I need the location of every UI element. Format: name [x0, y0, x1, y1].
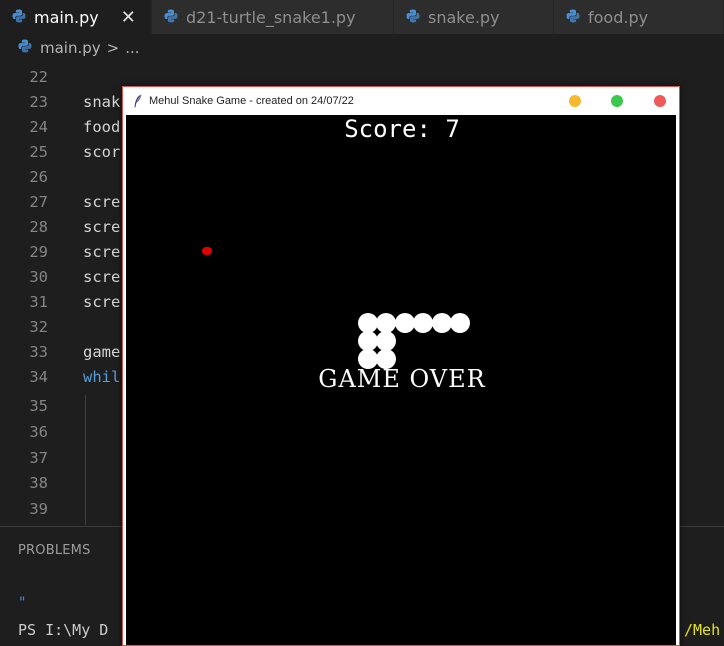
line-number: 28: [29, 218, 48, 236]
game-over-message: GAME OVER: [318, 365, 486, 393]
code-text: scor: [83, 143, 121, 161]
line-number: 27: [29, 193, 48, 211]
code-text: scre: [83, 193, 121, 211]
game-canvas[interactable]: Score: 7 GAME OVER: [126, 115, 676, 645]
score-display: Score: 7: [344, 115, 460, 143]
window-title: Mehul Snake Game - created on 24/07/22: [149, 95, 354, 107]
line-number: 39: [29, 500, 48, 518]
tk-feather-icon: [134, 94, 142, 108]
line-number: 31: [29, 293, 48, 311]
maximize-button[interactable]: [611, 95, 623, 107]
snake-segment: [376, 313, 396, 333]
tab-label: snake.py: [428, 7, 500, 27]
line-number: 29: [29, 243, 48, 261]
line-number: 26: [29, 168, 48, 186]
tab-problems[interactable]: PROBLEMS: [18, 543, 91, 558]
editor-tab-bar: main.py ✕ d21-turtle_snake1.py snake.py …: [0, 0, 724, 34]
tab-main-py[interactable]: main.py ✕: [0, 0, 152, 34]
code-text: whil: [83, 368, 121, 386]
snake-segment: [413, 313, 433, 333]
close-icon[interactable]: ✕: [121, 7, 136, 28]
tab-snake-py[interactable]: snake.py: [394, 0, 554, 34]
tab-label: d21-turtle_snake1.py: [186, 7, 356, 27]
breadcrumb-symbols[interactable]: ...: [125, 39, 139, 57]
breadcrumb-file[interactable]: main.py: [40, 39, 101, 57]
snake-segment: [432, 313, 452, 333]
line-number: 23: [29, 93, 48, 111]
line-number: 24: [29, 118, 48, 136]
snake-segment: [450, 313, 470, 333]
python-file-icon: [18, 39, 32, 57]
breadcrumb-separator: >: [106, 39, 120, 57]
code-text: game: [83, 343, 121, 361]
code-text: food: [83, 118, 121, 136]
line-number: 36: [29, 423, 48, 441]
code-text: scre: [83, 218, 121, 236]
code-text: scre: [83, 293, 121, 311]
terminal-path-tail: /Meh: [684, 621, 721, 639]
minimize-button[interactable]: [569, 95, 581, 107]
snake-segment: [395, 313, 415, 333]
line-number: 35: [29, 397, 48, 415]
line-number: 22: [29, 68, 48, 86]
snake-segment: [376, 331, 396, 351]
snake-segment: [358, 331, 378, 351]
close-window-button[interactable]: [654, 95, 666, 107]
python-file-icon: [164, 8, 178, 27]
tab-label: main.py: [34, 7, 99, 27]
tab-food-py[interactable]: food.py: [554, 0, 724, 34]
indent-guide: [85, 395, 86, 525]
breadcrumb: main.py > ...: [0, 34, 724, 62]
line-number: 34: [29, 368, 48, 386]
line-number: 25: [29, 143, 48, 161]
line-number: 37: [29, 449, 48, 467]
code-text: scre: [83, 268, 121, 286]
food-pellet: [202, 247, 212, 255]
tab-d21-turtle-snake1-py[interactable]: d21-turtle_snake1.py: [152, 0, 394, 34]
line-number: 32: [29, 318, 48, 336]
code-text: snak: [83, 93, 121, 111]
snake-segment: [358, 313, 378, 333]
line-number: 30: [29, 268, 48, 286]
code-text: scre: [83, 243, 121, 261]
line-number: 33: [29, 343, 48, 361]
window-titlebar[interactable]: Mehul Snake Game - created on 24/07/22: [123, 87, 679, 115]
python-file-icon: [566, 8, 580, 27]
terminal-output-line: ": [18, 595, 27, 611]
python-file-icon: [12, 8, 26, 27]
tab-label: food.py: [588, 7, 649, 27]
python-file-icon: [406, 8, 420, 27]
terminal-prompt[interactable]: PS I:\My D: [18, 621, 108, 639]
snake-game-window[interactable]: Mehul Snake Game - created on 24/07/22 S…: [122, 86, 680, 646]
line-number: 38: [29, 474, 48, 492]
